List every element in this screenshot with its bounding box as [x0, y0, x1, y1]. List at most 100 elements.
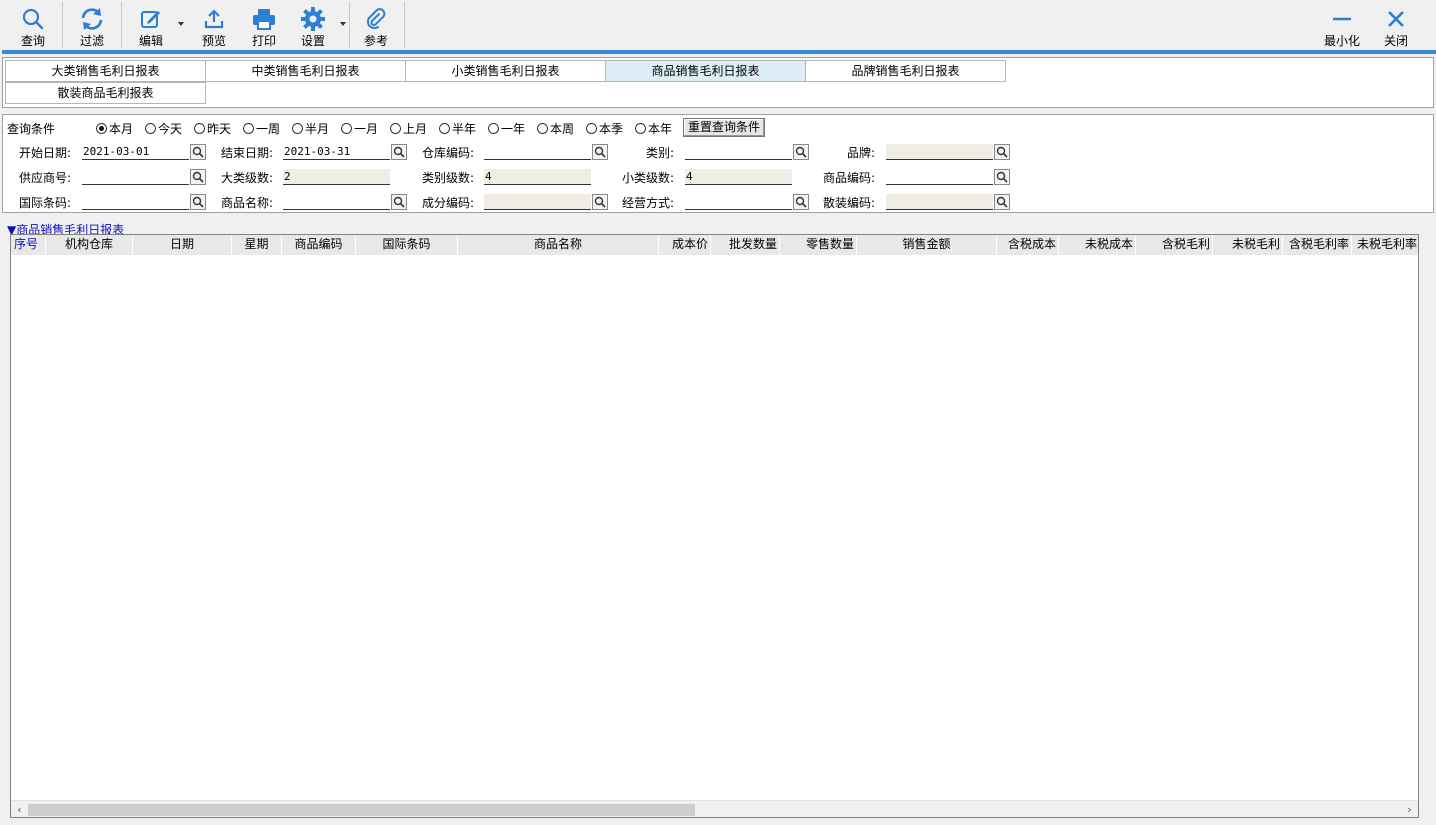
settings-dropdown-caret-icon[interactable] [340, 22, 346, 26]
print-button[interactable]: 打印 [239, 2, 289, 48]
period-radio[interactable]: 一周 [243, 120, 280, 137]
column-header[interactable]: 未税成本 [1059, 235, 1136, 255]
query-button[interactable]: 查询 [8, 2, 58, 48]
reset-query-button[interactable]: 重置查询条件 [683, 118, 765, 137]
period-radio[interactable]: 本周 [537, 120, 574, 137]
tab-product[interactable]: 商品销售毛利日报表 [605, 60, 806, 82]
period-radio[interactable]: 半月 [292, 120, 329, 137]
period-radio[interactable]: 一年 [488, 120, 525, 137]
preview-button[interactable]: 预览 [189, 2, 239, 48]
product-name-lookup-icon[interactable] [391, 194, 407, 210]
column-header[interactable]: 零售数量 [780, 235, 857, 255]
column-header[interactable]: 商品编码 [282, 235, 356, 255]
period-radio[interactable]: 本月 [96, 120, 133, 137]
scrollbar-thumb[interactable] [28, 804, 695, 816]
radio-icon [586, 123, 597, 134]
warehouse-label: 仓库编码: [422, 146, 475, 160]
minimize-label: 最小化 [1323, 34, 1360, 48]
period-radio[interactable]: 昨天 [194, 120, 231, 137]
barcode-field[interactable] [82, 194, 189, 210]
edit-dropdown-caret-icon[interactable] [178, 22, 184, 26]
business-mode-field[interactable] [685, 194, 792, 210]
edit-icon [138, 6, 164, 32]
brand-field[interactable] [886, 144, 993, 160]
tab-major-category[interactable]: 大类销售毛利日报表 [5, 60, 206, 82]
bulk-code-lookup-icon[interactable] [994, 194, 1010, 210]
category-field[interactable] [685, 144, 792, 160]
minimize-button[interactable]: 最小化 [1317, 2, 1367, 48]
barcode-lookup-icon[interactable] [190, 194, 206, 210]
bulk-code-field[interactable] [886, 194, 993, 210]
radio-icon [194, 123, 205, 134]
bulk-code-label: 散装编码: [823, 196, 876, 210]
edit-label: 编辑 [138, 34, 163, 48]
column-header[interactable]: 机构仓库 [46, 235, 133, 255]
category-lookup-icon[interactable] [793, 144, 809, 160]
scroll-right-icon[interactable]: › [1402, 802, 1417, 817]
tab-brand[interactable]: 品牌销售毛利日报表 [805, 60, 1006, 82]
column-header[interactable]: 国际条码 [356, 235, 458, 255]
column-header[interactable]: 星期 [232, 235, 282, 255]
settings-button[interactable]: 设置 [288, 2, 338, 48]
major-level-field[interactable]: 2 [283, 169, 390, 185]
category-level-field[interactable]: 4 [484, 169, 591, 185]
brand-lookup-icon[interactable] [994, 144, 1010, 160]
query-label: 查询 [20, 34, 45, 48]
filter-button[interactable]: 过滤 [67, 2, 117, 48]
close-label: 关闭 [1383, 34, 1408, 48]
period-radio[interactable]: 半年 [439, 120, 476, 137]
product-name-field[interactable] [283, 194, 390, 210]
reference-button[interactable]: 参考 [351, 2, 401, 48]
horizontal-scrollbar[interactable]: ‹ › [11, 800, 1418, 817]
product-code-field[interactable] [886, 169, 993, 185]
category-label: 类别: [646, 146, 675, 160]
end-date-label: 结束日期: [221, 146, 274, 160]
period-radio[interactable]: 上月 [390, 120, 427, 137]
period-radio[interactable]: 一月 [341, 120, 378, 137]
column-header[interactable]: 商品名称 [458, 235, 659, 255]
settings-label: 设置 [300, 34, 325, 48]
column-header[interactable]: 含税毛利率 [1283, 235, 1352, 255]
radio-icon [537, 123, 548, 134]
edit-button[interactable]: 编辑 [126, 2, 176, 48]
tab-minor-category[interactable]: 小类销售毛利日报表 [405, 60, 606, 82]
column-header[interactable]: 未税毛利率 [1352, 235, 1418, 255]
component-code-field[interactable] [484, 194, 591, 210]
business-mode-lookup-icon[interactable] [793, 194, 809, 210]
start-date-field[interactable]: 2021-03-01 [82, 144, 189, 160]
supplier-label: 供应商号: [19, 171, 72, 185]
column-header[interactable]: 批发数量 [711, 235, 780, 255]
period-radio[interactable]: 今天 [145, 120, 182, 137]
product-code-lookup-icon[interactable] [994, 169, 1010, 185]
supplier-lookup-icon[interactable] [190, 169, 206, 185]
tab-bulk-product[interactable]: 散装商品毛利报表 [5, 82, 206, 104]
period-radio[interactable]: 本季 [586, 120, 623, 137]
column-header[interactable]: 序号 [11, 235, 46, 255]
column-header[interactable]: 未税毛利 [1213, 235, 1283, 255]
warehouse-field[interactable] [484, 144, 591, 160]
start-date-label: 开始日期: [19, 146, 72, 160]
column-header[interactable]: 销售金额 [857, 235, 997, 255]
gear-icon [300, 6, 326, 32]
radio-icon [243, 123, 254, 134]
tab-middle-category[interactable]: 中类销售毛利日报表 [205, 60, 406, 82]
end-date-lookup-icon[interactable] [391, 144, 407, 160]
component-code-lookup-icon[interactable] [592, 194, 608, 210]
scroll-left-icon[interactable]: ‹ [12, 802, 27, 817]
supplier-field[interactable] [82, 169, 189, 185]
end-date-field[interactable]: 2021-03-31 [283, 144, 390, 160]
category-level-label: 类别级数: [422, 171, 475, 185]
query-title: 查询条件 [7, 122, 56, 136]
column-header[interactable]: 含税毛利 [1136, 235, 1213, 255]
minor-level-field[interactable]: 4 [685, 169, 792, 185]
warehouse-lookup-icon[interactable] [592, 144, 608, 160]
product-code-label: 商品编码: [823, 171, 876, 185]
start-date-lookup-icon[interactable] [190, 144, 206, 160]
column-header[interactable]: 日期 [133, 235, 232, 255]
column-header[interactable]: 含税成本 [997, 235, 1059, 255]
close-button[interactable]: 关闭 [1371, 2, 1421, 48]
toolbar-separator [121, 2, 122, 48]
period-radio[interactable]: 本年 [635, 120, 672, 137]
column-header[interactable]: 成本价 [659, 235, 711, 255]
radio-icon [488, 123, 499, 134]
